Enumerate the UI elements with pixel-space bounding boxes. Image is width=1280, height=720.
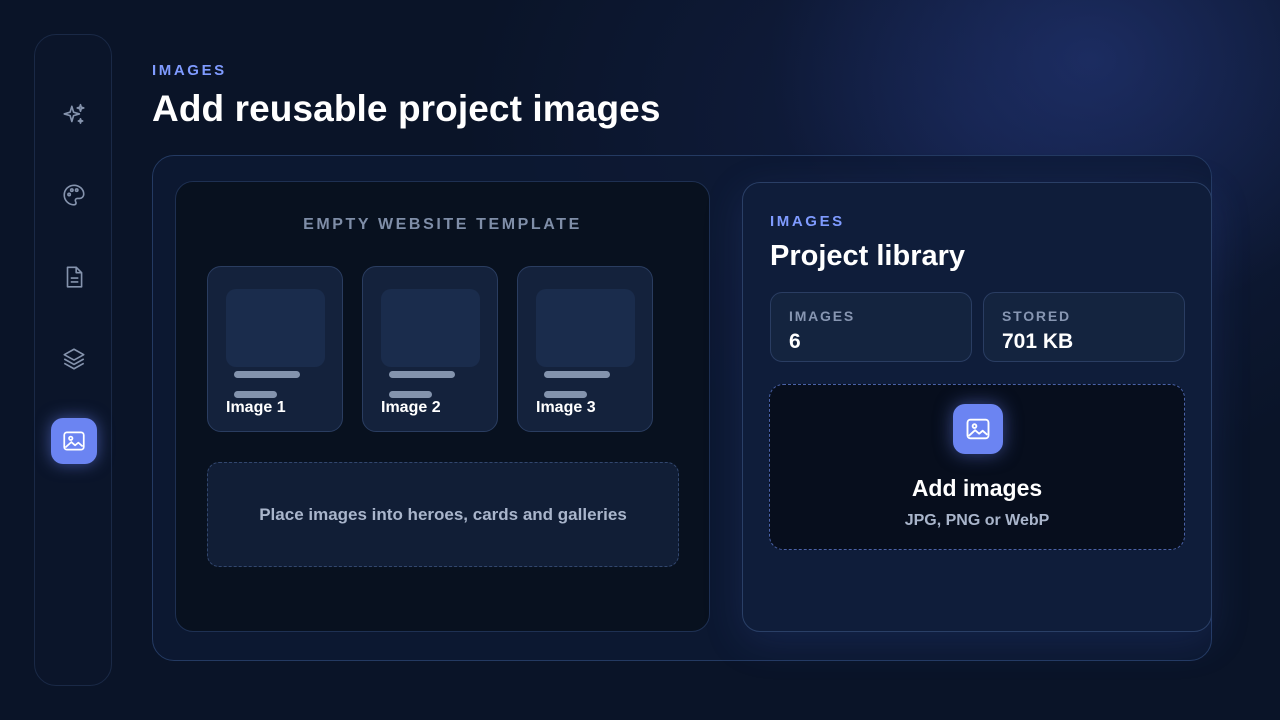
palette-icon — [63, 184, 85, 206]
sidebar-item-pages[interactable] — [51, 254, 97, 300]
image-placeholder — [536, 289, 635, 367]
image-placeholder — [381, 289, 480, 367]
image-slot-label: Image 1 — [226, 399, 286, 416]
placeholder-line — [544, 391, 587, 398]
image-icon — [966, 418, 990, 440]
stat-card-images: IMAGES 6 — [770, 292, 972, 362]
add-images-dropzone[interactable]: Add images JPG, PNG or WebP — [769, 384, 1185, 550]
library-title: Project library — [770, 240, 966, 272]
image-icon — [63, 431, 85, 451]
placeholder-line — [234, 391, 277, 398]
add-images-title: Add images — [911, 475, 1043, 501]
template-title: EMPTY WEBSITE TEMPLATE — [303, 216, 582, 233]
layers-icon — [63, 348, 85, 370]
section-eyebrow: IMAGES — [152, 62, 227, 79]
placeholder-line — [234, 371, 300, 378]
stat-value: 701 KB — [1002, 330, 1074, 353]
placeholder-line — [389, 391, 432, 398]
sparkles-icon — [63, 103, 85, 124]
sidebar-item-ai[interactable] — [51, 92, 97, 138]
image-placeholder — [226, 289, 325, 367]
image-slot-card[interactable]: Image 2 — [362, 266, 498, 432]
placeholder-line — [389, 371, 455, 378]
upload-icon-badge — [953, 404, 1003, 454]
sidebar — [34, 34, 112, 686]
stat-value: 6 — [789, 330, 801, 353]
library-eyebrow: IMAGES — [770, 213, 845, 230]
image-slot-label: Image 3 — [536, 399, 596, 416]
template-drop-zone[interactable]: Place images into heroes, cards and gall… — [207, 462, 679, 567]
accepted-formats: JPG, PNG or WebP — [904, 512, 1050, 529]
stat-label: STORED — [1002, 308, 1071, 324]
document-icon — [66, 266, 83, 288]
drop-hint-text: Place images into heroes, cards and gall… — [259, 504, 627, 524]
sidebar-item-layers[interactable] — [51, 336, 97, 382]
image-slot-card[interactable]: Image 1 — [207, 266, 343, 432]
stat-card-stored: STORED 701 KB — [983, 292, 1185, 362]
image-slot-label: Image 2 — [381, 399, 441, 416]
image-slot-card[interactable]: Image 3 — [517, 266, 653, 432]
page-title: Add reusable project images — [152, 88, 661, 129]
sidebar-item-images[interactable] — [51, 418, 97, 464]
sidebar-item-theme[interactable] — [51, 172, 97, 218]
stat-label: IMAGES — [789, 308, 856, 324]
placeholder-line — [544, 371, 610, 378]
